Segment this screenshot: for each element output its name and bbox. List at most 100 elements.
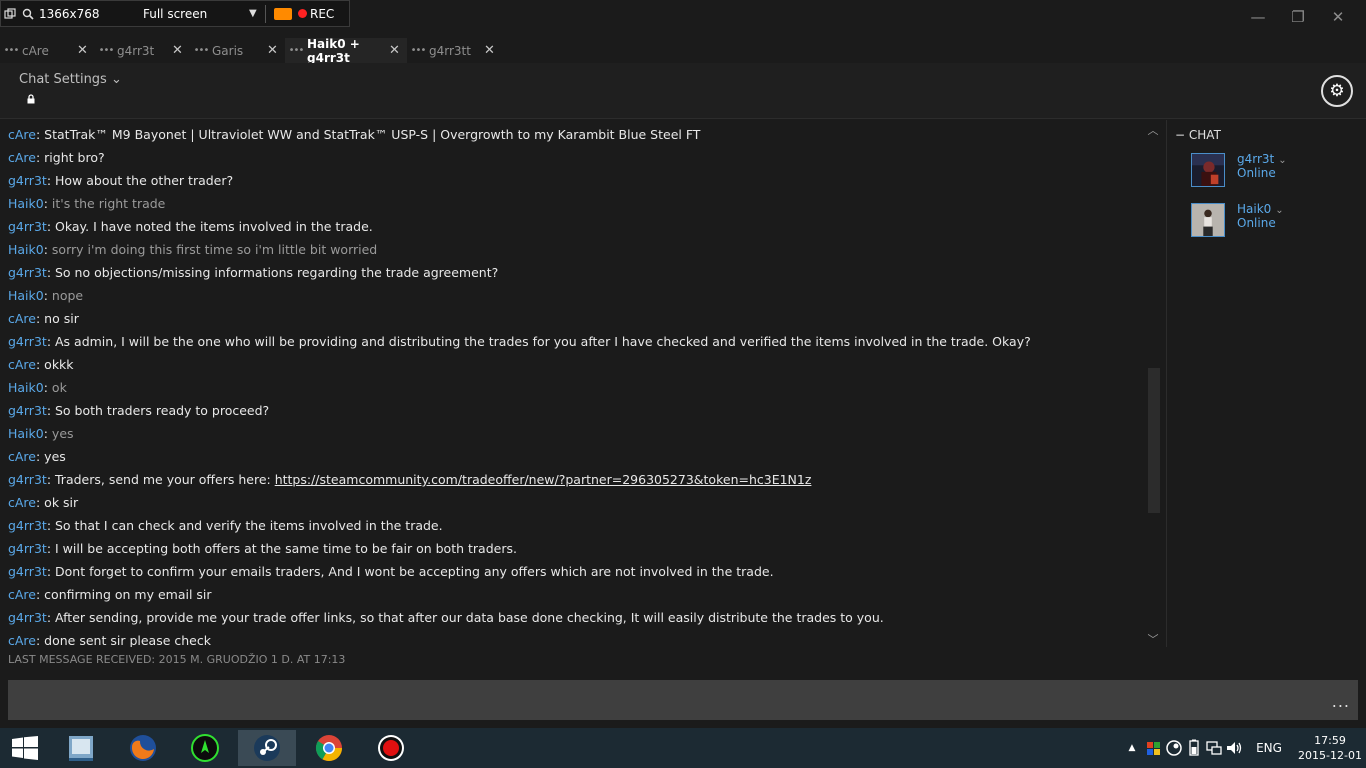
record-icon[interactable] — [362, 730, 420, 766]
more-options-button[interactable]: ... — [1332, 692, 1350, 711]
message-text: ok sir — [44, 495, 79, 510]
message: Haik0: ok — [8, 380, 67, 395]
trade-offer-link[interactable]: https://steamcommunity.com/tradeoffer/ne… — [275, 472, 812, 487]
member-status: Online — [1237, 216, 1276, 230]
close-button[interactable]: ✕ — [1318, 8, 1358, 26]
scrollbar[interactable]: ︿ ﹀ — [1146, 120, 1160, 647]
message-text: Okay. I have noted the items involved in… — [55, 219, 373, 234]
close-icon[interactable]: ✕ — [267, 43, 285, 58]
chevron-down-icon[interactable]: ﹀ — [1146, 631, 1160, 646]
camera-icon[interactable] — [274, 7, 292, 20]
message-author[interactable]: Haik0 — [8, 426, 44, 441]
tab-label: Haik0 + g4rr3t — [307, 36, 360, 65]
recorder-toolbar: 1366x768 Full screen ▼ REC — [0, 0, 350, 27]
message-author[interactable]: cAre — [8, 150, 36, 165]
chrome-icon[interactable] — [300, 730, 358, 766]
message-text: So no objections/missing informations re… — [55, 265, 499, 280]
message: g4rr3t: As admin, I will be the one who … — [8, 334, 1031, 349]
message-author[interactable]: cAre — [8, 449, 36, 464]
message: cAre: done sent sir please check — [8, 633, 211, 647]
message-author[interactable]: g4rr3t — [8, 403, 47, 418]
chevron-down-icon[interactable]: ▼ — [249, 8, 263, 19]
message-author[interactable]: g4rr3t — [8, 173, 47, 188]
message-author[interactable]: cAre — [8, 311, 36, 326]
message-text: confirming on my email sir — [44, 587, 212, 602]
message: Haik0: it's the right trade — [8, 196, 166, 211]
taskbar: ▲ ENG 17:59 2015-12-01 — [0, 728, 1366, 768]
message-author[interactable]: Haik0 — [8, 380, 44, 395]
tab-g4rr3t[interactable]: ••• g4rr3t ✕ — [95, 38, 190, 63]
network-icon[interactable] — [1204, 738, 1224, 758]
file-explorer-icon[interactable] — [52, 730, 110, 766]
tab-care[interactable]: ••• cAre ✕ — [0, 38, 95, 63]
network-app-icon[interactable] — [1144, 738, 1164, 758]
message-author[interactable]: g4rr3t — [8, 472, 47, 487]
message-author[interactable]: g4rr3t — [8, 564, 47, 579]
message-author[interactable]: g4rr3t — [8, 265, 47, 280]
steam-tray-icon[interactable] — [1164, 738, 1184, 758]
collapse-icon: − — [1175, 128, 1186, 142]
message-text: So both traders ready to proceed? — [55, 403, 270, 418]
gear-icon[interactable]: ⚙ — [1321, 75, 1353, 107]
tab-haik0-g4rr3t[interactable]: ••• Haik0 + g4rr3t ✕ — [285, 36, 407, 65]
chevron-down-icon[interactable]: ⌄ — [1275, 205, 1283, 216]
capture-mode-select[interactable]: Full screen — [137, 7, 249, 21]
member-haik0[interactable]: Haik0 ⌄ Online — [1191, 202, 1361, 239]
scrollbar-thumb[interactable] — [1148, 368, 1160, 513]
more-icon: ••• — [98, 45, 115, 56]
avatar — [1191, 203, 1225, 237]
window-select-icon[interactable] — [1, 5, 19, 23]
member-name: Haik0 ⌄ — [1237, 202, 1284, 216]
rec-button[interactable]: REC — [310, 7, 334, 21]
tab-g4rr3tt[interactable]: ••• g4rr3tt ✕ — [407, 38, 502, 63]
message-author[interactable]: g4rr3t — [8, 541, 47, 556]
members-heading-label: CHAT — [1188, 128, 1221, 142]
tab-garis[interactable]: ••• Garis ✕ — [190, 38, 285, 63]
message-author[interactable]: g4rr3t — [8, 334, 47, 349]
members-heading[interactable]: − CHAT — [1175, 128, 1221, 142]
show-hidden-icons-button[interactable]: ▲ — [1120, 743, 1144, 753]
close-icon[interactable]: ✕ — [77, 43, 95, 58]
message-text: How about the other trader? — [55, 173, 234, 188]
message-text: StatTrak™ M9 Bayonet | Ultraviolet WW an… — [44, 127, 701, 142]
chevron-down-icon[interactable]: ⌄ — [1278, 155, 1286, 166]
message-author[interactable]: g4rr3t — [8, 518, 47, 533]
volume-icon[interactable] — [1224, 738, 1244, 758]
message-author[interactable]: cAre — [8, 633, 36, 647]
more-icon: ••• — [3, 45, 20, 56]
message: g4rr3t: Dont forget to confirm your emai… — [8, 564, 774, 579]
steam-icon[interactable] — [238, 730, 296, 766]
battery-icon[interactable] — [1184, 738, 1204, 758]
windows-start-icon[interactable] — [0, 730, 50, 766]
zoom-icon[interactable] — [19, 5, 37, 23]
minimize-button[interactable]: — — [1238, 8, 1278, 26]
firefox-icon[interactable] — [114, 730, 172, 766]
message-input[interactable]: ... — [8, 680, 1358, 720]
message-author[interactable]: Haik0 — [8, 288, 44, 303]
chevron-down-icon: ⌄ — [110, 72, 122, 87]
razer-icon[interactable] — [176, 730, 234, 766]
clock[interactable]: 17:59 2015-12-01 — [1294, 733, 1366, 763]
chat-settings-menu[interactable]: Chat Settings ⌄ — [19, 72, 122, 87]
message-author[interactable]: g4rr3t — [8, 219, 47, 234]
message-author[interactable]: cAre — [8, 495, 36, 510]
more-icon: ••• — [288, 45, 305, 56]
message-text: I will be accepting both offers at the s… — [55, 541, 517, 556]
chevron-up-icon[interactable]: ︿ — [1146, 122, 1160, 137]
message-author[interactable]: g4rr3t — [8, 610, 47, 625]
restore-button[interactable]: ❐ — [1278, 8, 1318, 26]
message-author[interactable]: Haik0 — [8, 196, 44, 211]
message-author[interactable]: cAre — [8, 127, 36, 142]
message-author[interactable]: cAre — [8, 587, 36, 602]
close-icon[interactable]: ✕ — [172, 43, 190, 58]
record-dot-icon — [298, 9, 307, 18]
language-indicator[interactable]: ENG — [1244, 741, 1294, 755]
message-text: Dont forget to confirm your emails trade… — [55, 564, 774, 579]
message-author[interactable]: cAre — [8, 357, 36, 372]
message: cAre: no sir — [8, 311, 79, 326]
member-g4rr3t[interactable]: g4rr3t ⌄ Online — [1191, 152, 1361, 189]
message-text: ok — [51, 380, 67, 395]
message-author[interactable]: Haik0 — [8, 242, 44, 257]
close-icon[interactable]: ✕ — [389, 43, 407, 58]
close-icon[interactable]: ✕ — [484, 43, 502, 58]
